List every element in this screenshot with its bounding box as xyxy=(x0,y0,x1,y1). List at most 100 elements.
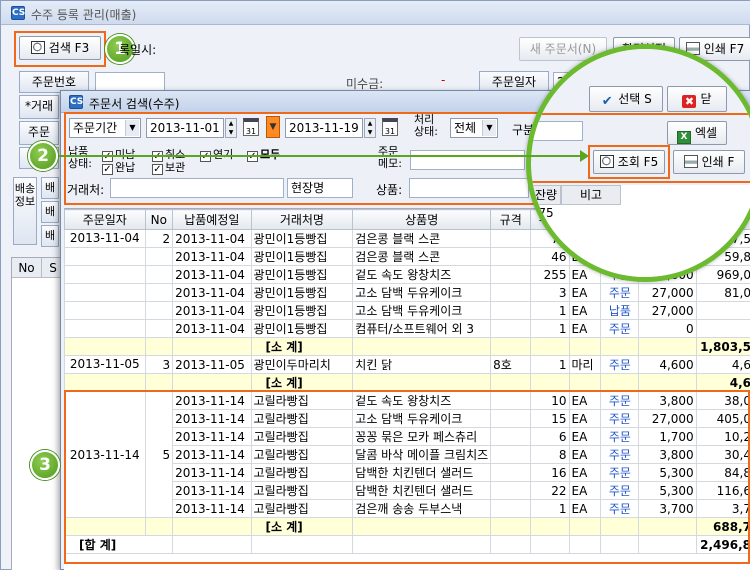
cell-unit: EA xyxy=(568,445,602,464)
partner-input[interactable] xyxy=(110,178,284,198)
select-button[interactable]: ✔ 선택 S xyxy=(589,86,663,112)
search-button[interactable]: 검색 F3 xyxy=(19,36,101,60)
date-from-input[interactable]: 2013-11-01 xyxy=(146,118,224,138)
ship-side-3: 배 xyxy=(41,225,59,247)
col-partner[interactable]: 거래처명 xyxy=(250,209,354,230)
col-no[interactable]: No xyxy=(144,209,174,230)
partner-filter-label: 거래처: xyxy=(67,183,105,197)
unpaid-dot: - xyxy=(441,73,446,87)
subtotal-row-3: [소 계] 688,7 xyxy=(64,517,750,536)
cell-status: 주문 xyxy=(600,499,640,518)
cell-no xyxy=(144,283,174,302)
dialog-print-button[interactable]: 인쇄 F xyxy=(673,150,745,174)
cell-price: 5,300 xyxy=(638,481,697,500)
table-row[interactable]: 2013-11-05 3 2013-11-05 광민이두마리치 치킨 닭 8호 1 마리 주문 4… xyxy=(64,355,750,374)
cell-no xyxy=(144,319,174,338)
col-spec[interactable]: 규격 xyxy=(490,209,532,230)
cell-amount: 30,4 xyxy=(695,445,750,464)
cell-partner: 광민이1등빵집 xyxy=(250,319,354,338)
cell-blank xyxy=(568,373,602,392)
excel-button[interactable]: X 엑셀 xyxy=(667,121,727,145)
cell-spec xyxy=(490,301,532,320)
cell-partner: 광민이1등빵집 xyxy=(250,283,354,302)
select-button-label: 선택 S xyxy=(618,92,652,106)
cell-status: 주문 xyxy=(600,391,640,410)
complete-checkbox[interactable]: ✓ 완납 xyxy=(102,159,135,175)
cell-qty: 1 xyxy=(530,355,570,374)
cell-blank xyxy=(64,373,146,392)
hold-checkbox-label: 보관 xyxy=(165,161,186,174)
status-label-2: 상태: xyxy=(414,125,438,138)
col-delivery-date[interactable]: 납품예정일 xyxy=(172,209,252,230)
cell-blank xyxy=(352,373,492,392)
date-to-input[interactable]: 2013-11-19 xyxy=(285,118,363,138)
calendar-icon[interactable]: 31 xyxy=(243,118,259,136)
chevron-down-icon: ▼ xyxy=(482,120,496,136)
cell-blank xyxy=(144,517,174,536)
product-filter-label: 상품: xyxy=(376,183,403,197)
excel-button-label: 엑셀 xyxy=(694,126,718,140)
cell-no: 3 xyxy=(144,355,174,374)
cell-qty: 15 xyxy=(530,409,570,428)
mag-highlight-edge xyxy=(531,113,750,115)
cell-product: 검은콩 블랙 스콘 xyxy=(352,229,492,248)
cell-partner: 고릴라빵집 xyxy=(250,445,354,464)
cell-qty: 8 xyxy=(530,445,570,464)
col-product[interactable]: 상품명 xyxy=(352,209,492,230)
cell-delivery-date: 2013-11-14 xyxy=(172,481,252,500)
cell-product: 겉도 속도 왕창치즈 xyxy=(352,265,492,284)
state-label: 상태: xyxy=(68,157,92,170)
cell-order-date: 2013-11-04 xyxy=(64,229,146,248)
step-2-pointer xyxy=(58,155,586,157)
cell-no: 5 xyxy=(144,391,174,518)
remain-header[interactable]: 잔량 xyxy=(531,185,561,205)
magnifier-callout: 림 ✔ 선택 S ✖ 닫 X 엑셀 조회 F5 인쇄 F 잔량 비고 75 xyxy=(526,44,750,282)
note-header[interactable]: 비고 xyxy=(561,185,621,205)
cell-qty: 22 xyxy=(530,481,570,500)
product-input[interactable] xyxy=(409,178,529,198)
cell-blank xyxy=(352,337,492,356)
cell-status: 주문 xyxy=(600,409,640,428)
cell-delivery-date: 2013-11-04 xyxy=(172,265,252,284)
query-button[interactable]: 조회 F5 xyxy=(593,150,665,174)
table-row[interactable]: 2013-11-04 광민이1등빵집 고소 담백 두유케이크 3 EA 주문 27,000 8… xyxy=(64,283,750,302)
cell-unit: EA xyxy=(568,463,602,482)
all-checkbox[interactable]: ✓모두 xyxy=(247,146,280,162)
delay-checkbox[interactable]: ✓연기 xyxy=(200,146,233,162)
memo-input[interactable] xyxy=(410,150,525,170)
period-select[interactable]: 주문기간 ▼ xyxy=(69,118,141,138)
cell-amount xyxy=(695,301,750,320)
calendar-icon[interactable]: 31 xyxy=(382,118,398,136)
date-from-spinner[interactable]: ▲ ▼ xyxy=(225,118,237,138)
order-number-field[interactable] xyxy=(95,72,165,92)
cell-delivery-date: 2013-11-14 xyxy=(172,445,252,464)
cell-no: 2 xyxy=(144,229,174,248)
cell-blank xyxy=(490,535,532,554)
close-button[interactable]: ✖ 닫 xyxy=(667,86,727,112)
date-range-toggle[interactable]: ▼ xyxy=(266,116,280,138)
hold-checkbox[interactable]: ✓ 보관 xyxy=(152,159,185,175)
cell-status: 주문 xyxy=(600,445,640,464)
col-order-date[interactable]: 주문일자 xyxy=(64,209,146,230)
subtotal-label: [소 계] xyxy=(250,337,354,356)
mag-glimpse-text: 림 xyxy=(533,99,545,114)
date-to-spinner[interactable]: ▲ ▼ xyxy=(364,118,376,138)
mag-category-input[interactable] xyxy=(531,121,583,141)
status-select[interactable]: 전체 ▼ xyxy=(450,118,498,138)
cell-delivery-date: 2013-11-04 xyxy=(172,301,252,320)
cell-spec xyxy=(490,391,532,410)
cell-blank xyxy=(490,337,532,356)
cell-order-date: 2013-11-14 xyxy=(64,391,146,518)
shipping-info-tab[interactable]: 배송정보 xyxy=(13,177,37,245)
table-row[interactable]: 2013-11-04 광민이1등빵집 고소 담백 두유케이크 1 EA 납품 27,000 xyxy=(64,301,750,320)
table-row[interactable]: 2013-11-14 5 2013-11-14 고릴라빵집 겉도 속도 왕창치즈 10 EA… xyxy=(64,391,750,518)
cell-price: 1,700 xyxy=(638,427,697,446)
subtotal-amount: 1,803,5 xyxy=(695,337,750,356)
cell-blank xyxy=(638,373,697,392)
printer-icon xyxy=(683,155,698,168)
site-name-field[interactable]: 현장명 xyxy=(287,178,353,198)
table-row[interactable]: 2013-11-04 광민이1등빵집 컴퓨터/소프트웨어 외 3 1 EA 주문 0 xyxy=(64,319,750,338)
check-icon: ✔ xyxy=(601,94,613,109)
cell-price: 0 xyxy=(638,319,697,338)
search-icon xyxy=(599,155,614,168)
